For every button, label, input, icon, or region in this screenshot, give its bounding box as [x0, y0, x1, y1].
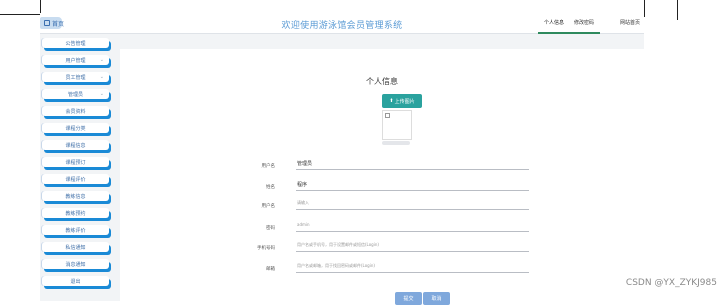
chevron-down-icon: ⌄ — [99, 57, 104, 63]
sidebar-item-coach-review[interactable]: 教练评价 — [42, 225, 109, 235]
active-tab-underline — [538, 32, 600, 34]
app-window: 首页 欢迎使用游泳馆会员管理系统 个人信息 修改密码 网站首页 公告管理 用户管… — [40, 13, 644, 305]
sidebar-item-label: 课程预订 — [65, 159, 86, 166]
sidebar-item-label: 会员资料 — [65, 108, 86, 115]
sidebar-item-label: 课程信息 — [65, 142, 86, 149]
sidebar-item-label: 私信通知 — [65, 244, 86, 251]
upload-icon: ⬆ — [389, 98, 394, 104]
sidebar-item-label: 教练预约 — [65, 210, 86, 217]
broken-image-icon — [385, 113, 390, 118]
sidebar-item-label: 公告管理 — [65, 40, 86, 47]
cancel-button[interactable]: 取消 — [423, 292, 450, 305]
sidebar-item-label: 课程分类 — [65, 125, 86, 132]
chevron-down-icon: ⌄ — [99, 74, 104, 80]
sidebar-item-notices[interactable]: 公告管理 — [42, 38, 109, 48]
right-page-line — [644, 0, 645, 17]
submit-button[interactable]: 提交 — [395, 292, 422, 305]
field-label-name: 姓名 — [266, 185, 275, 190]
chevron-down-icon: ⌄ — [99, 91, 104, 97]
sidebar-item-label: 消息通知 — [65, 261, 86, 268]
sidebar-item-course-info[interactable]: 课程信息 — [42, 140, 109, 150]
sidebar-item-admin[interactable]: 管理员 ⌄ — [42, 89, 109, 99]
upload-button[interactable]: ⬆ 上传图片 — [382, 94, 422, 108]
tab-change-password[interactable]: 修改密码 — [574, 19, 594, 26]
sidebar-item-staff[interactable]: 员工管理 ⌄ — [42, 72, 109, 82]
watermark: CSDN @YX_ZYKJ985 — [625, 278, 717, 288]
sidebar-item-coach-info[interactable]: 教练信息 — [42, 191, 109, 201]
email-field[interactable]: 用户名或邮箱，用于找回密码或邮件(Login) — [296, 263, 529, 273]
sidebar-item-course-booking[interactable]: 课程预订 — [42, 157, 109, 167]
top-bar: 首页 欢迎使用游泳馆会员管理系统 个人信息 修改密码 网站首页 — [40, 13, 644, 34]
sidebar-item-private-messages[interactable]: 私信通知 — [42, 242, 109, 252]
sidebar-item-users[interactable]: 用户管理 ⌄ — [42, 55, 109, 65]
field-label-account: 用户名 — [261, 204, 276, 209]
sidebar-item-label: 用户管理 — [65, 57, 86, 64]
account-field[interactable]: 请输入 — [296, 200, 529, 210]
sidebar-item-coach-booking[interactable]: 教练预约 — [42, 208, 109, 218]
sidebar-item-label: 退出 — [70, 278, 81, 285]
sidebar-item-member-info[interactable]: 会员资料 — [42, 106, 109, 116]
username-field[interactable]: 管理员 — [296, 160, 529, 170]
field-label-username: 用户名 — [261, 164, 276, 169]
sidebar-item-label: 课程评价 — [65, 176, 86, 183]
sidebar-item-course-category[interactable]: 课程分类 — [42, 123, 109, 133]
sidebar-item-notifications[interactable]: 消息通知 — [42, 259, 109, 269]
avatar-caption-bar — [382, 141, 410, 145]
top-tick — [677, 0, 678, 20]
page-title: 个人信息 — [366, 77, 398, 86]
upload-label: 上传图片 — [394, 98, 415, 105]
sidebar-item-course-review[interactable]: 课程评价 — [42, 174, 109, 184]
tab-website-home[interactable]: 网站首页 — [620, 19, 640, 26]
sidebar-item-logout[interactable]: 退出 — [42, 276, 109, 286]
password-field[interactable]: admin — [296, 222, 529, 232]
name-field[interactable]: 程序 — [296, 181, 529, 191]
field-label-email: 邮箱 — [266, 267, 275, 272]
tab-profile[interactable]: 个人信息 — [544, 19, 564, 26]
sidebar-item-label: 管理员 — [67, 91, 83, 98]
sidebar-item-label: 教练信息 — [65, 193, 86, 200]
sidebar-item-label: 教练评价 — [65, 227, 86, 234]
field-label-password: 密码 — [266, 226, 275, 231]
avatar — [382, 110, 412, 140]
sidebar-item-label: 员工管理 — [65, 74, 86, 81]
phone-field[interactable]: 用户名或手机号，用于设置邮件或短信(Login) — [296, 242, 529, 252]
top-left-rule — [0, 14, 40, 15]
main-content: 个人信息 ⬆ 上传图片 用户名 管理员 姓名 程序 用户名 请输入 密码 adm… — [120, 49, 644, 305]
field-label-phone: 手机号码 — [257, 246, 275, 251]
